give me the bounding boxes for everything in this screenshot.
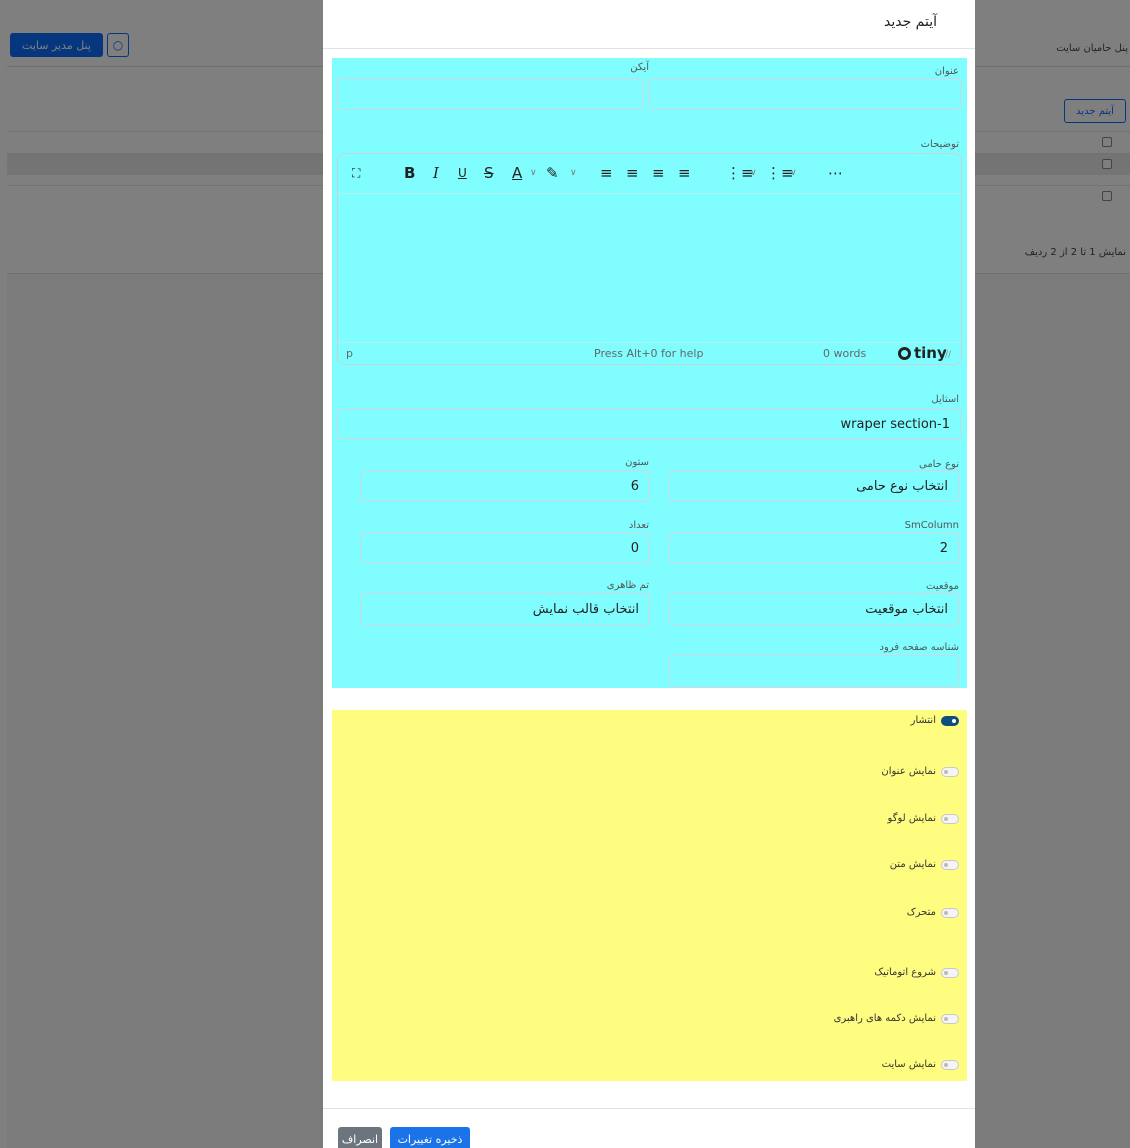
toggle-switch[interactable] — [941, 715, 959, 726]
count-input[interactable]: 0 — [360, 532, 650, 564]
sponsor-type-label: نوع حامی — [918, 459, 959, 470]
toggle-switch[interactable] — [941, 967, 959, 978]
highlight-chevron-icon[interactable]: ∨ — [570, 162, 577, 184]
underline-icon[interactable]: U — [458, 162, 467, 184]
toggle-switch[interactable] — [941, 1059, 959, 1070]
toggle-switch[interactable] — [941, 766, 959, 777]
modal-header: آیتم جدید — [323, 0, 975, 49]
toggle-knob — [944, 1062, 948, 1067]
toggle-knob — [944, 1016, 948, 1021]
cancel-button[interactable]: انصراف — [338, 1127, 382, 1148]
sponsor-type-select[interactable]: انتخاب نوع حامی — [669, 470, 959, 502]
toggle-row[interactable]: انتشار — [911, 715, 959, 726]
rich-text-editor: ⛶ B I U S A ∨ ✎ ∨ ≡ ≡ ≡ ≡ ⋮≡ ∨ ⋮≡ ∨ ⋯ p … — [337, 153, 962, 365]
title-input[interactable] — [649, 78, 961, 110]
style-input[interactable]: wraper section-1 — [337, 408, 961, 440]
toggle-label: انتشار — [910, 715, 936, 726]
description-label: توضیحات — [920, 139, 959, 150]
resize-handle-icon[interactable]: ∕∕ — [945, 350, 951, 360]
highlight-icon[interactable]: ✎ — [546, 162, 559, 184]
text-color-icon[interactable]: A — [512, 162, 522, 184]
toggle-knob — [944, 862, 948, 867]
editor-toolbar: ⛶ B I U S A ∨ ✎ ∨ ≡ ≡ ≡ ≡ ⋮≡ ∨ ⋮≡ ∨ ⋯ — [338, 154, 961, 194]
landing-id-label: شناسه صفحه فرود — [879, 642, 960, 653]
new-item-modal: آیتم جدید عنوان آیکن توضیحات ⛶ B I U S A… — [323, 0, 975, 1148]
toggle-label: نمایش سایت — [881, 1059, 936, 1070]
toggle-label: نمایش دکمه های راهبری — [833, 1013, 936, 1024]
toggle-switch[interactable] — [941, 859, 959, 870]
toggle-knob — [944, 970, 948, 975]
toggle-label: نمایش متن — [889, 859, 936, 870]
more-icon[interactable]: ⋯ — [828, 162, 843, 184]
position-select[interactable]: انتخاب موقعیت — [669, 593, 959, 625]
style-label: استایل — [931, 394, 959, 405]
toggle-row[interactable]: نمایش عنوان — [881, 766, 959, 777]
toggle-label: نمایش عنوان — [881, 766, 936, 777]
toggle-knob — [944, 769, 948, 774]
toggle-switch[interactable] — [941, 1013, 959, 1024]
tiny-logo-icon — [898, 346, 911, 360]
toggle-row[interactable]: نمایش لوگو — [888, 813, 959, 824]
sm-column-input[interactable]: 2 — [669, 532, 959, 564]
toggle-switch[interactable] — [941, 813, 959, 824]
align-left-icon[interactable]: ≡ — [600, 162, 613, 184]
landing-id-input[interactable] — [669, 655, 959, 687]
toggle-row[interactable]: نمایش دکمه های راهبری — [834, 1013, 959, 1024]
tiny-logo[interactable]: tiny — [898, 344, 947, 362]
toggle-row[interactable]: نمایش متن — [890, 859, 959, 870]
fullscreen-icon[interactable]: ⛶ — [352, 162, 360, 184]
theme-label: تم ظاهری — [606, 580, 649, 591]
strikethrough-icon[interactable]: S — [484, 162, 494, 184]
theme-select[interactable]: انتخاب قالب نمایش — [360, 593, 650, 625]
save-button[interactable]: ذخیره تغییرات — [390, 1127, 470, 1148]
icon-label: آیکن — [630, 62, 649, 73]
modal-title: آیتم جدید — [883, 14, 937, 30]
editor-help-text: Press Alt+0 for help — [594, 347, 704, 360]
toggle-label: شروع اتوماتیک — [874, 967, 936, 978]
toggle-knob — [944, 816, 948, 821]
toggle-row[interactable]: متحرک — [907, 907, 959, 918]
editor-content-area[interactable] — [338, 194, 961, 342]
toggle-label: متحرک — [906, 907, 936, 918]
toggle-knob — [944, 910, 948, 915]
bullet-list-chevron-icon[interactable]: ∨ — [750, 162, 757, 184]
editor-statusbar: p Press Alt+0 for help 0 words tiny ∕∕ — [338, 342, 961, 364]
toggle-label: نمایش لوگو — [887, 813, 936, 824]
sm-column-label: SmColumn — [904, 520, 959, 531]
form-fields-section: عنوان آیکن توضیحات ⛶ B I U S A ∨ ✎ ∨ ≡ ≡… — [332, 58, 967, 688]
column-label: ستون — [625, 457, 649, 468]
toggle-switch[interactable] — [941, 907, 959, 918]
tiny-brand-text: tiny — [914, 344, 947, 362]
align-right-icon[interactable]: ≡ — [652, 162, 665, 184]
column-input[interactable]: 6 — [360, 470, 650, 502]
count-label: تعداد — [628, 520, 649, 531]
numbered-list-chevron-icon[interactable]: ∨ — [790, 162, 797, 184]
editor-path[interactable]: p — [346, 347, 353, 360]
icon-input[interactable] — [337, 78, 643, 110]
text-color-chevron-icon[interactable]: ∨ — [530, 162, 537, 184]
italic-icon[interactable]: I — [433, 162, 439, 184]
align-center-icon[interactable]: ≡ — [626, 162, 639, 184]
toggles-section: انتشار نمایش عنوان نمایش لوگو نمایش متن متحر… — [332, 710, 967, 1081]
modal-footer: ذخیره تغییرات انصراف — [323, 1108, 975, 1148]
justify-icon[interactable]: ≡ — [678, 162, 691, 184]
toggle-row[interactable]: نمایش سایت — [882, 1059, 959, 1070]
toggle-knob — [952, 718, 956, 723]
title-label: عنوان — [934, 66, 959, 77]
toggle-row[interactable]: شروع اتوماتیک — [874, 967, 959, 978]
bold-icon[interactable]: B — [404, 162, 415, 184]
position-label: موقعیت — [926, 581, 959, 592]
editor-word-count[interactable]: 0 words — [823, 347, 866, 360]
